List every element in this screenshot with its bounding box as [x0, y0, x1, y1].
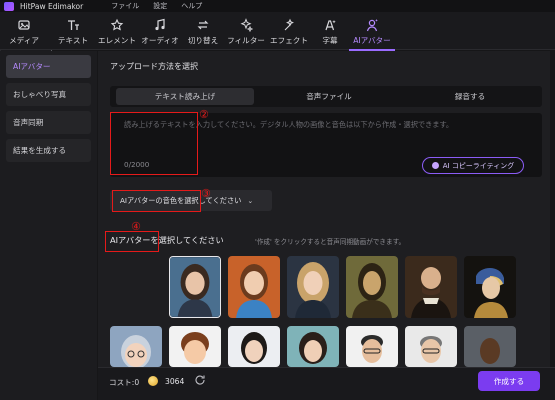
avatar-thumb-3[interactable]: [287, 256, 339, 318]
text-icon: [68, 20, 79, 30]
subtitle-icon: [325, 20, 336, 31]
avatar-thumb-4[interactable]: [346, 256, 398, 318]
app-title: HitPaw Edimakor: [20, 1, 84, 11]
annotation-number-2: ②: [199, 108, 209, 121]
avatar-thumb-13[interactable]: [464, 326, 516, 367]
menu-settings[interactable]: 設定: [153, 1, 167, 11]
sidebar-item-talking-photo[interactable]: おしゃべり写真: [6, 83, 91, 106]
audio-icon: [155, 18, 165, 31]
avatar-thumb-12[interactable]: [405, 326, 457, 367]
ai-copywriting-button[interactable]: AI コピーライティング: [422, 157, 524, 174]
annotation-number-4: ④: [131, 220, 141, 233]
media-icon: [18, 20, 30, 30]
avatar-thumb-9[interactable]: [228, 326, 280, 367]
upload-method-tabs: テキスト読み上げ 音声ファイル 録音する: [110, 86, 542, 107]
app-logo-icon: [4, 1, 14, 11]
tool-text[interactable]: テキスト: [55, 14, 91, 48]
tool-subtitle[interactable]: 字幕: [318, 14, 342, 48]
tab-audio-file[interactable]: 音声ファイル: [260, 88, 398, 105]
tool-audio[interactable]: オーディオ: [140, 14, 180, 48]
element-icon: [110, 18, 124, 31]
tool-media[interactable]: メディア: [6, 14, 42, 48]
chevron-down-icon: ⌄: [247, 196, 254, 205]
filter-icon: [240, 18, 253, 32]
ai-sparkle-icon: [431, 162, 439, 169]
sidebar-item-ai-avatar[interactable]: AIアバター: [6, 55, 91, 78]
tool-ai-avatar[interactable]: AIアバター: [345, 14, 399, 51]
refresh-icon[interactable]: [194, 374, 206, 386]
sidebar-item-lip-sync[interactable]: 音声同期: [6, 111, 91, 134]
avatar-thumb-1[interactable]: [169, 256, 221, 318]
avatar-thumb-10[interactable]: [287, 326, 339, 367]
avatar-thumb-6[interactable]: [464, 256, 516, 318]
avatar-thumb-8[interactable]: [169, 326, 221, 367]
annotation-box-3: [112, 190, 201, 212]
menu-file[interactable]: ファイル: [111, 1, 139, 11]
avatar-thumb-2[interactable]: [228, 256, 280, 318]
annotation-number-3: ③: [201, 187, 211, 200]
avatar-thumb-11[interactable]: [346, 326, 398, 367]
title-bar: HitPaw Edimakor ファイル 設定 ヘルプ: [0, 0, 555, 12]
menu-help[interactable]: ヘルプ: [181, 1, 202, 11]
left-sidebar: AIアバター おしゃべり写真 音声同期 結果を生成する: [0, 51, 97, 400]
tool-transition[interactable]: 切り替え: [184, 14, 222, 48]
ai-copywriting-label: AI コピーライティング: [442, 161, 515, 170]
tool-filter[interactable]: フィルター: [226, 14, 266, 48]
annotation-box-2: [110, 112, 198, 175]
coin-icon: [148, 376, 158, 386]
sidebar-item-generate-result[interactable]: 結果を生成する: [6, 139, 91, 162]
tool-element[interactable]: エレメント: [95, 14, 139, 48]
effect-icon: [284, 18, 294, 31]
annotation-box-4: [105, 231, 159, 252]
create-button[interactable]: 作成する: [478, 371, 540, 391]
ai-avatar-icon: [366, 19, 378, 32]
cost-label: コスト:0: [109, 378, 140, 387]
coin-balance: 3064: [165, 377, 185, 386]
avatar-thumb-5[interactable]: [405, 256, 457, 318]
tab-record[interactable]: 録音する: [404, 88, 536, 105]
transition-icon: [197, 20, 209, 30]
avatar-thumb-7[interactable]: [110, 326, 162, 367]
main-toolbar: メディア テキスト エレメント オーディオ 切り替え フィルター エフェクト 字…: [0, 12, 555, 51]
avatar-section-hint: '作成' をクリックすると音声同期動画ができます。: [255, 238, 406, 246]
tool-effect[interactable]: エフェクト: [268, 14, 310, 48]
upload-method-title: アップロード方法を選択: [110, 62, 198, 71]
tab-text-to-speech[interactable]: テキスト読み上げ: [116, 88, 254, 105]
